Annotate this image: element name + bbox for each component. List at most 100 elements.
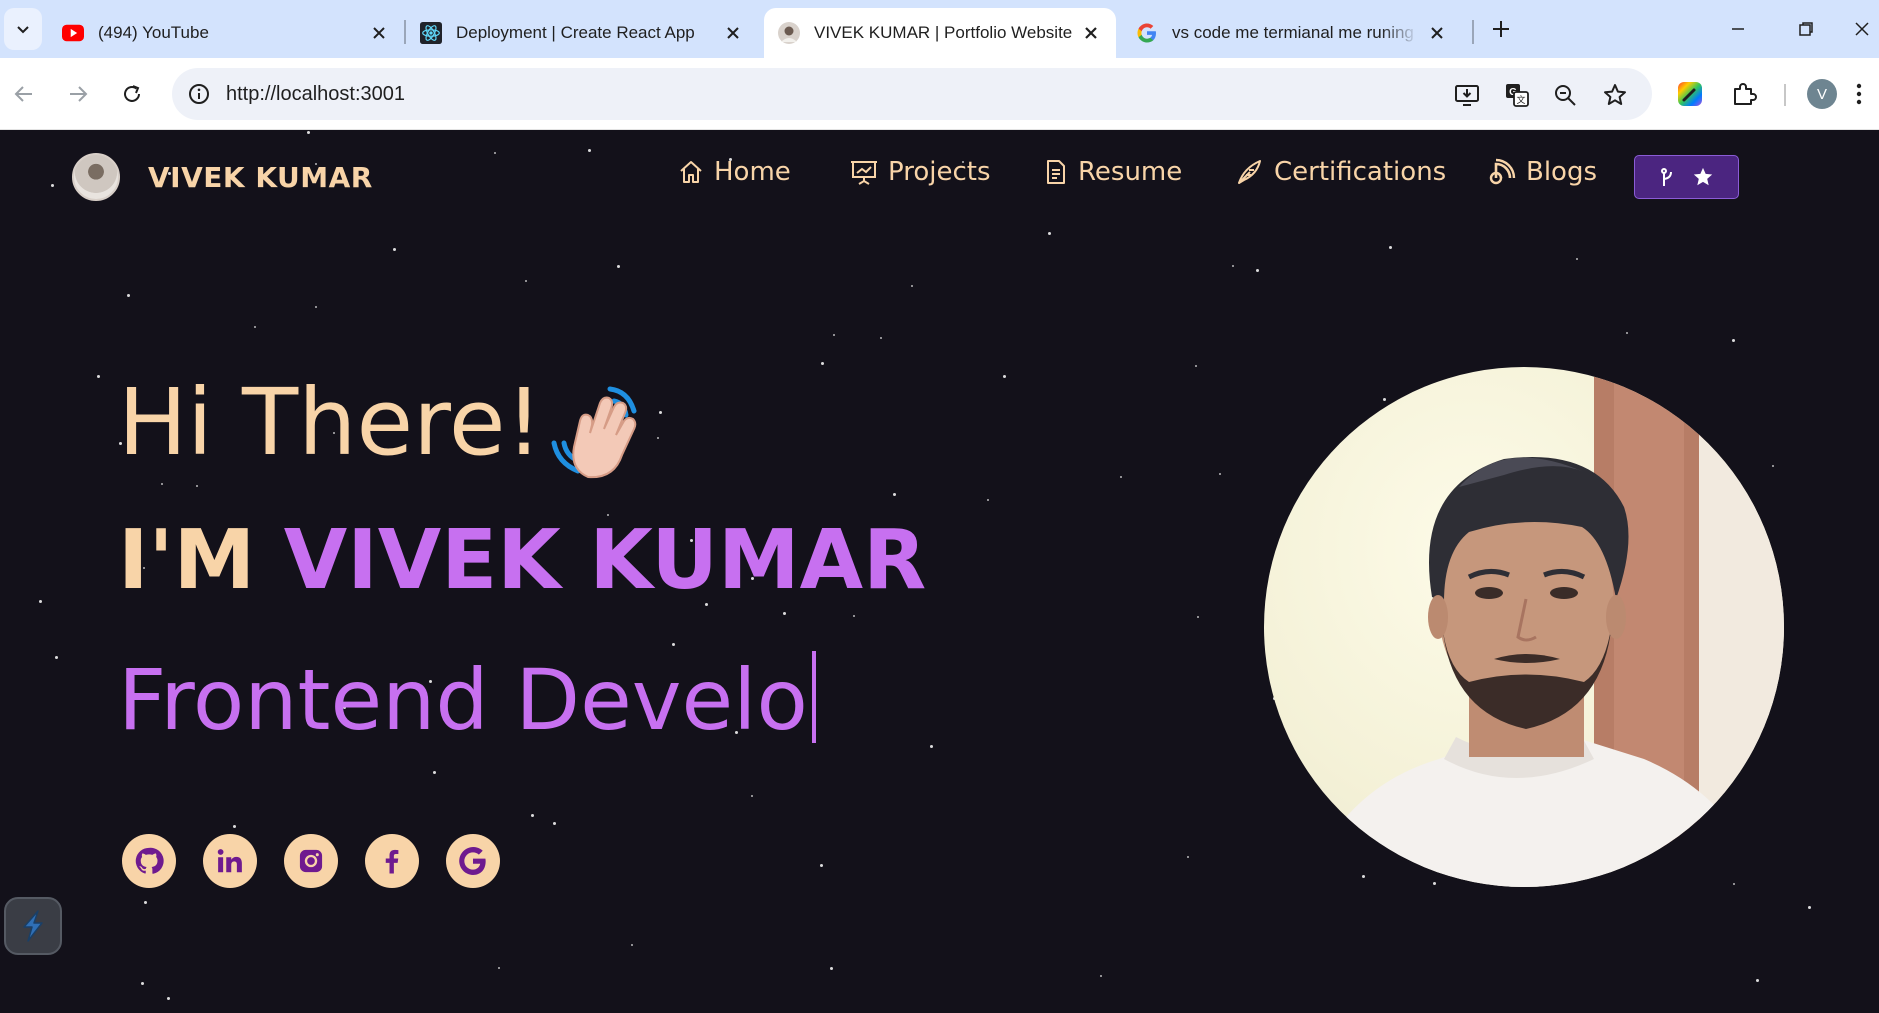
star-dot [1219,473,1221,475]
browser-tab-strip: (494) YouTube Deployment | Create React … [0,0,1879,58]
translate-icon[interactable]: G文 [1502,80,1532,110]
star-dot [830,967,833,970]
close-tab-icon[interactable] [722,22,744,44]
star-dot [1576,258,1578,260]
close-tab-icon[interactable] [368,22,390,44]
profile-button[interactable]: V [1804,76,1840,112]
star-icon [1693,167,1712,186]
color-picker-extension-icon[interactable] [1672,76,1708,112]
star-dot [657,437,659,439]
react-icon [420,22,442,44]
hero-name-prefix: I'M [118,513,256,608]
star-dot [1048,232,1051,235]
portfolio-page: VIVEK KUMAR Home Projects Resume Certifi… [0,131,1879,1013]
star-dot [1256,269,1259,272]
chevron-down-icon [17,26,29,34]
star-dot [880,337,882,339]
star-dot [1808,906,1811,909]
nav-link-label: Home [714,157,791,187]
github-fork-button[interactable] [1634,155,1739,199]
typewriter-cursor [811,651,816,743]
browser-menu-button[interactable] [1856,76,1879,112]
brand-name[interactable]: VIVEK KUMAR [148,161,373,194]
nav-link-home[interactable]: Home [678,157,791,187]
nav-link-blogs[interactable]: Blogs [1488,157,1597,187]
star-dot [127,294,130,297]
forward-button[interactable] [58,74,98,114]
star-dot [525,280,527,282]
brand-logo[interactable] [72,153,120,201]
toolbar-divider [1784,84,1786,106]
minimize-button[interactable] [1718,12,1758,46]
extensions-puzzle-icon[interactable] [1726,76,1762,112]
plus-icon [1493,21,1509,37]
floating-extension-widget[interactable] [4,897,62,955]
zoom-icon[interactable] [1550,80,1580,110]
nav-link-label: Certifications [1274,157,1447,187]
nav-link-label: Blogs [1526,157,1598,187]
site-navbar: VIVEK KUMAR Home Projects Resume Certifi… [0,131,1879,223]
kebab-menu-icon [1856,83,1862,105]
star-dot [39,600,42,603]
nav-link-resume[interactable]: Resume [1044,157,1182,187]
install-app-icon[interactable] [1452,80,1482,110]
browser-tab-portfolio[interactable]: VIVEK KUMAR | Portfolio Website [764,8,1116,58]
restore-button[interactable] [1786,12,1826,46]
github-icon [135,847,164,874]
minimize-icon [1732,28,1744,30]
reload-button[interactable] [112,74,152,114]
nav-link-projects[interactable]: Projects [850,157,991,187]
back-button[interactable] [4,74,44,114]
social-github-link[interactable] [122,834,176,888]
site-info-icon[interactable] [186,81,212,107]
browser-tab-create-react-app[interactable]: Deployment | Create React App [406,8,758,58]
star-dot [196,485,198,487]
social-facebook-link[interactable] [365,834,419,888]
youtube-icon [62,22,84,44]
bookmark-star-icon[interactable] [1600,80,1630,110]
star-dot [167,997,170,1000]
close-window-button[interactable] [1854,12,1879,46]
git-fork-icon [1660,168,1672,186]
star-dot [55,656,58,659]
tab-title: (494) YouTube [98,23,209,42]
star-dot [1732,339,1735,342]
star-dot [498,967,500,969]
instagram-icon [299,849,323,873]
lightning-bolt-icon [23,910,43,942]
browser-tab-google-search[interactable]: vs code me termianal me runing p [1122,8,1462,58]
tab-title: vs code me termianal me runing p [1172,23,1418,42]
social-instagram-link[interactable] [284,834,338,888]
google-icon [1136,22,1158,44]
profile-avatar: V [1807,79,1837,109]
hero-name-line: I'M VIVEK KUMAR [118,513,926,608]
social-google-link[interactable] [446,834,500,888]
star-dot [1389,246,1392,249]
star-dot [1195,365,1197,367]
star-dot [254,326,256,328]
typewriter-text: Frontend Develo [118,651,808,749]
typewriter-role: Frontend Develo [118,651,816,749]
tab-search-button[interactable] [4,8,42,50]
arrow-left-icon [14,86,32,102]
star-dot [1100,975,1102,977]
star-dot [1433,882,1436,885]
close-tab-icon[interactable] [1080,22,1102,44]
star-dot [893,493,896,496]
document-icon [1047,160,1065,184]
profile-photo [1264,367,1784,887]
address-bar[interactable]: G文 [172,68,1652,120]
star-dot [631,944,633,946]
close-tab-icon[interactable] [1426,22,1448,44]
url-input[interactable] [226,68,1126,120]
star-dot [553,822,556,825]
reload-icon [124,85,140,102]
new-tab-button[interactable] [1486,14,1516,44]
social-linkedin-link[interactable] [203,834,257,888]
browser-tab-youtube[interactable]: (494) YouTube [48,8,404,58]
star-dot [1733,883,1735,885]
browser-toolbar: G文 V [0,58,1879,130]
nav-link-certifications[interactable]: Certifications [1236,157,1446,187]
star-dot [144,901,147,904]
nav-link-label: Resume [1078,157,1183,187]
